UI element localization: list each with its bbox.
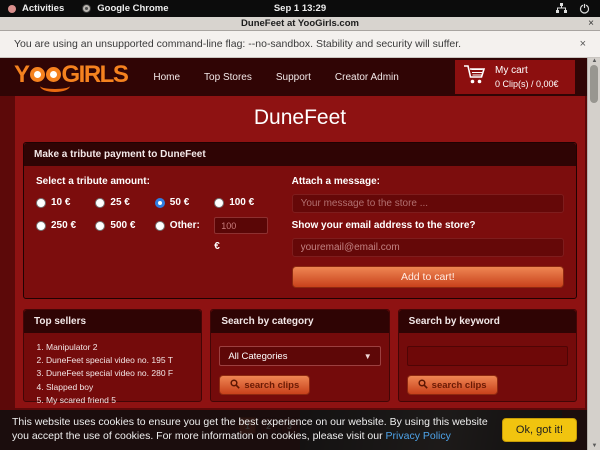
chevron-down-icon: ▼ (364, 352, 372, 361)
search-category-title: Search by category (211, 310, 388, 333)
other-amount-input[interactable] (214, 217, 268, 234)
search-icon (230, 379, 240, 392)
radio-icon[interactable] (214, 198, 224, 208)
privacy-policy-link[interactable]: Privacy Policy (386, 430, 451, 442)
radio-checked-icon[interactable] (155, 198, 165, 208)
category-select[interactable]: All Categories ▼ (219, 346, 380, 366)
radio-icon[interactable] (155, 221, 165, 231)
main-nav: Home Top Stores Support Creator Admin (153, 72, 398, 83)
logo-text-y: Y (14, 62, 29, 88)
email-label: Show your email address to the store? (292, 220, 564, 231)
scrollbar[interactable]: ▲ ▼ (587, 58, 600, 450)
search-icon (418, 379, 428, 392)
tribute-panel-title: Make a tribute payment to DuneFeet (24, 143, 576, 166)
desktop-top-bar: Activities Google Chrome Sep 1 13:29 (0, 0, 600, 17)
warning-close-icon[interactable]: × (580, 38, 586, 50)
amount-options: 10 € 25 € 50 € 100 € 250 € 500 € Other: … (36, 197, 274, 252)
scrollbar-thumb[interactable] (590, 65, 598, 103)
cart-summary: 0 Clip(s) / 0,00€ (495, 79, 559, 89)
top-seller-item[interactable]: DuneFeet special video no. 195 T (46, 354, 201, 367)
top-seller-item[interactable]: Manipulator 2 (46, 341, 201, 354)
amount-option-250[interactable]: 250 € (36, 220, 95, 231)
activities-button[interactable]: Activities (8, 3, 64, 14)
top-sellers-list: Manipulator 2 DuneFeet special video no.… (30, 341, 201, 407)
amount-option-25[interactable]: 25 € (95, 197, 154, 208)
nav-creator-admin[interactable]: Creator Admin (335, 72, 399, 83)
activities-dot-icon (8, 5, 16, 13)
message-input[interactable] (292, 194, 564, 213)
app-menu-button[interactable]: Google Chrome (82, 3, 168, 14)
top-sellers-panel: Top sellers Manipulator 2 DuneFeet speci… (23, 309, 202, 402)
cookie-message: This website uses cookies to ensure you … (12, 416, 490, 443)
search-category-panel: Search by category All Categories ▼ sear… (210, 309, 389, 402)
cookie-accept-button[interactable]: Ok, got it! (502, 418, 577, 442)
radio-icon[interactable] (36, 198, 46, 208)
logo-text-girls: GIRLS (62, 62, 128, 88)
top-seller-item[interactable]: Slapped boy (46, 381, 201, 394)
cart-widget[interactable]: My cart 0 Clip(s) / 0,00€ (455, 60, 575, 94)
tribute-panel: Make a tribute payment to DuneFeet Selec… (23, 142, 577, 299)
radio-icon[interactable] (95, 198, 105, 208)
panels-row: Top sellers Manipulator 2 DuneFeet speci… (23, 309, 577, 402)
top-seller-item[interactable]: My scared friend 5 (46, 394, 201, 407)
nav-home[interactable]: Home (153, 72, 180, 83)
cookie-consent-bar: This website uses cookies to ensure you … (0, 410, 587, 450)
amount-label: Select a tribute amount: (36, 176, 274, 187)
window-close-icon[interactable]: × (588, 17, 594, 31)
search-clips-keyword-button[interactable]: search clips (407, 375, 498, 395)
search-clips-label: search clips (244, 380, 299, 391)
activities-label: Activities (22, 3, 64, 14)
site-header: Y GIRLS Home Top Stores Support Creator … (0, 58, 587, 96)
main-container: DuneFeet Make a tribute payment to DuneF… (15, 96, 585, 408)
nav-top-stores[interactable]: Top Stores (204, 72, 252, 83)
scrollbar-down-arrow[interactable]: ▼ (588, 443, 600, 450)
currency-symbol: € (214, 241, 273, 252)
network-icon[interactable] (556, 3, 567, 14)
top-sellers-title: Top sellers (24, 310, 201, 333)
cart-text: My cart 0 Clip(s) / 0,00€ (495, 64, 559, 90)
search-clips-category-button[interactable]: search clips (219, 375, 310, 395)
search-clips-label: search clips (432, 380, 487, 391)
window-title: DuneFeet at YooGirls.com (241, 18, 359, 29)
web-page: Y GIRLS Home Top Stores Support Creator … (0, 58, 600, 450)
search-keyword-panel: Search by keyword search clips (398, 309, 577, 402)
add-to-cart-button[interactable]: Add to cart! (292, 266, 564, 288)
amount-option-50-selected[interactable]: 50 € (155, 197, 214, 208)
message-label: Attach a message: (292, 176, 564, 187)
amount-option-100[interactable]: 100 € (214, 197, 273, 208)
browser-warning-bar: You are using an unsupported command-lin… (0, 31, 600, 58)
app-menu-label: Google Chrome (97, 3, 168, 14)
power-icon[interactable] (579, 3, 590, 14)
keyword-input[interactable] (407, 346, 568, 366)
radio-icon[interactable] (36, 221, 46, 231)
window-title-bar: DuneFeet at YooGirls.com × (0, 17, 600, 31)
site-logo[interactable]: Y GIRLS (14, 62, 127, 92)
desktop-screen: Activities Google Chrome Sep 1 13:29 Dun… (0, 0, 600, 450)
radio-icon[interactable] (95, 221, 105, 231)
chrome-icon (82, 4, 91, 13)
logo-smile-icon (40, 80, 70, 92)
cart-label: My cart (495, 65, 528, 76)
search-keyword-title: Search by keyword (399, 310, 576, 333)
page-title: DuneFeet (23, 106, 577, 130)
scrollbar-up-arrow[interactable]: ▲ (588, 58, 600, 65)
category-selected-option: All Categories (228, 351, 287, 362)
top-seller-item[interactable]: DuneFeet special video no. 280 F (46, 367, 201, 380)
amount-option-other[interactable]: Other: (155, 220, 214, 231)
email-input[interactable] (292, 238, 564, 257)
nav-support[interactable]: Support (276, 72, 311, 83)
amount-option-10[interactable]: 10 € (36, 197, 95, 208)
warning-text: You are using an unsupported command-lin… (14, 38, 461, 50)
amount-option-500[interactable]: 500 € (95, 220, 154, 231)
cart-icon (463, 64, 487, 91)
